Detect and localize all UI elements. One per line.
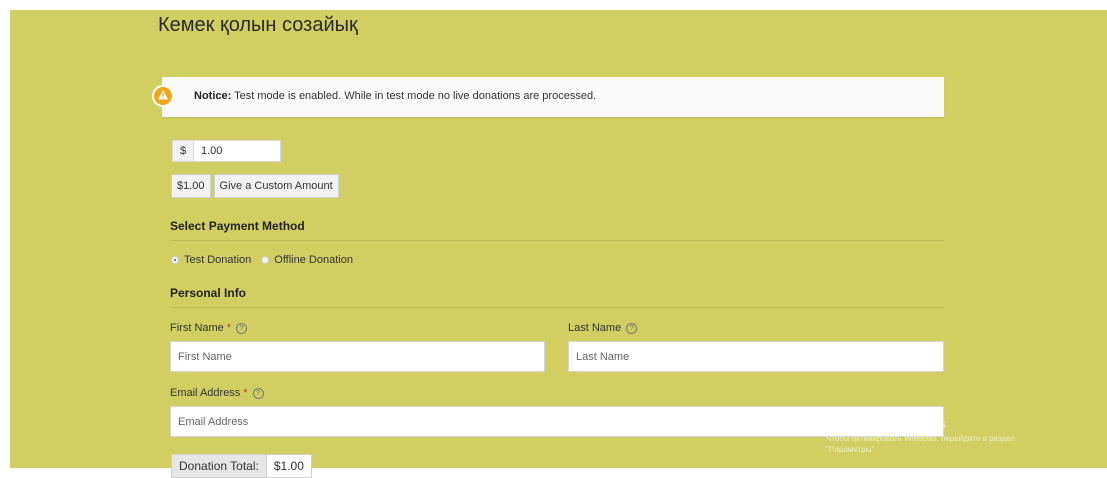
help-icon[interactable]: ? xyxy=(252,387,264,399)
personal-info-heading: Personal Info xyxy=(170,286,247,300)
payment-options: Test Donation Offline Donation xyxy=(171,254,363,266)
notice-message: Test mode is enabled. While in test mode… xyxy=(231,90,597,102)
radio-label-offline-donation[interactable]: Offline Donation xyxy=(274,254,353,266)
notice-text: Notice: Test mode is enabled. While in t… xyxy=(194,90,596,102)
required-mark: * xyxy=(243,387,248,399)
preset-amount-button[interactable]: $1.00 xyxy=(171,174,211,198)
last-name-field[interactable] xyxy=(568,341,944,372)
watermark-text: Чтобы активировать Windows, перейдите в … xyxy=(826,434,1015,443)
help-icon[interactable]: ? xyxy=(626,322,638,334)
help-icon[interactable]: ? xyxy=(236,322,248,334)
payment-method-heading: Select Payment Method xyxy=(170,219,305,233)
watermark-text: "Параметры". xyxy=(826,445,877,454)
email-label-text: Email Address xyxy=(170,387,241,399)
page-title: Кемек қолын созайық xyxy=(158,14,358,36)
last-name-label-text: Last Name xyxy=(568,322,622,334)
first-name-field[interactable] xyxy=(170,341,545,372)
donation-total: Donation Total: $1.00 xyxy=(171,454,312,478)
radio-label-test-donation[interactable]: Test Donation xyxy=(184,254,251,266)
watermark-title: Активация Windows xyxy=(826,416,946,431)
radio-test-donation[interactable] xyxy=(171,256,179,264)
custom-amount-button[interactable]: Give a Custom Amount xyxy=(213,174,339,198)
first-name-label-text: First Name xyxy=(170,322,224,334)
email-label: Email Address * ? xyxy=(170,387,264,399)
notice-label: Notice: xyxy=(194,90,232,102)
currency-symbol: $ xyxy=(172,140,194,162)
radio-offline-donation[interactable] xyxy=(261,256,270,264)
warning-icon xyxy=(152,85,174,107)
first-name-label: First Name * ? xyxy=(170,322,248,334)
last-name-label: Last Name ? xyxy=(568,322,638,334)
donation-total-amount: $1.00 xyxy=(266,454,312,478)
donation-total-label: Donation Total: xyxy=(171,454,267,478)
amount-field: $ xyxy=(172,140,281,162)
page: Кемек қолын созайық Notice: Test mode is… xyxy=(0,0,1107,478)
divider xyxy=(170,240,944,241)
donation-levels: $1.00 Give a Custom Amount xyxy=(171,174,339,198)
required-mark: * xyxy=(226,322,232,334)
amount-input[interactable] xyxy=(194,140,281,162)
windows-activation-watermark: Активация Windows Чтобы активировать Win… xyxy=(826,416,1015,454)
divider xyxy=(170,307,944,308)
test-mode-notice: Notice: Test mode is enabled. While in t… xyxy=(152,77,944,117)
